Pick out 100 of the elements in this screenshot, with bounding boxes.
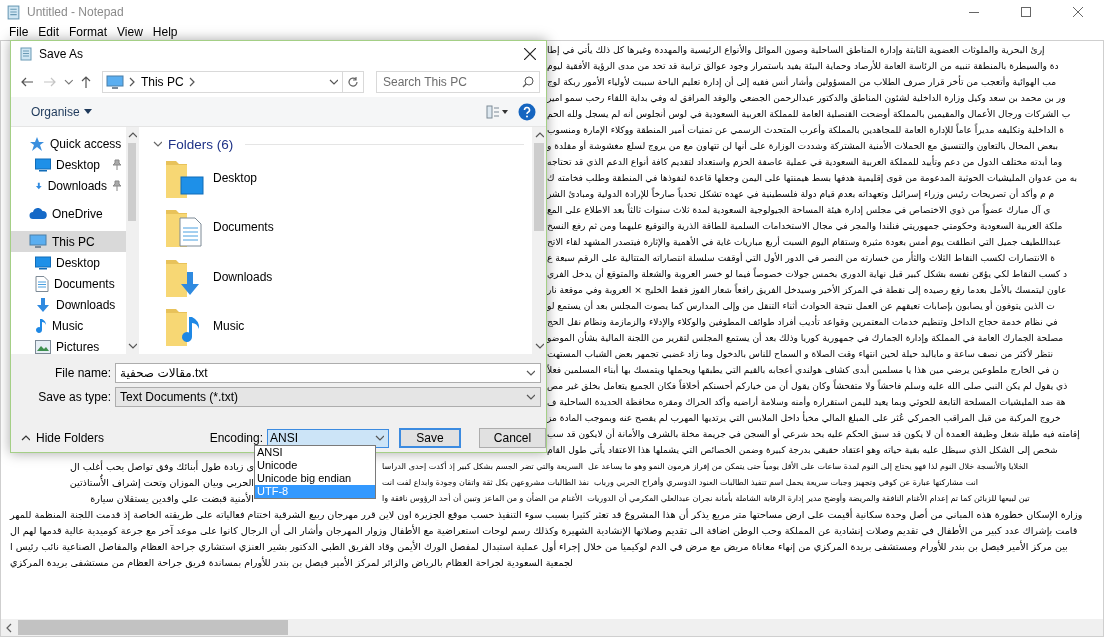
menu-item[interactable]: Format: [64, 25, 113, 39]
text-line: ة الداخلية وتكليفه مديراً عاماً للإدارة العامة للمجاهدين بالمملكة وأعرب المتحدث الرسمي عن تمنيات أمير المنطقة ووكلاء الإمارة ومنسوب: [547, 125, 1064, 135]
nav-item[interactable]: Quick access: [11, 133, 126, 154]
section-heading[interactable]: Folders (6): [168, 136, 234, 152]
horizontal-scrollbar[interactable]: [1, 619, 1103, 636]
breadcrumb-chevron-icon: [187, 77, 197, 87]
file-type-select[interactable]: Text Documents (*.txt): [115, 387, 541, 407]
organise-menu[interactable]: Organise: [27, 102, 96, 121]
field-label: Save as type:: [37, 390, 112, 404]
nav-item[interactable]: Music: [11, 315, 126, 336]
scroll-left-icon: [5, 622, 14, 633]
scroll-up-icon: [127, 130, 137, 140]
content-scrollbar[interactable]: [532, 127, 546, 354]
notepad-icon: [6, 4, 21, 20]
scroll-thumb[interactable]: [534, 143, 544, 231]
menu-item[interactable]: Edit: [33, 25, 65, 39]
caret-icon: [83, 109, 92, 114]
window-title: Untitled - Notepad: [27, 5, 124, 19]
save-button[interactable]: Save: [399, 428, 461, 448]
scroll-thumb[interactable]: [128, 143, 136, 221]
text-line: لجمعية السعودية لجراحة العظام بالرياض والزائر لمركز الأمير فيصل بن بندر للأورام بمساندة فريق جراحة العظام من مستشفى بريدة المركزي: [10, 556, 574, 568]
encoding-select[interactable]: ANSI: [267, 428, 389, 448]
dropdown-caret-icon: [526, 368, 535, 378]
nav-item[interactable]: This PC: [11, 231, 126, 252]
computer-icon: [105, 74, 124, 90]
text-line: ذي يقول لم يكن النبي صلى الله عليه وسلم فاحشاً ولا متفحشاً وكان يقول أن من خياركم أحسنكم أخلاقاً فكان الجميع يتعامل بخلق غير مص: [547, 381, 1068, 391]
search-field[interactable]: Search This PC: [376, 71, 540, 93]
address-bar[interactable]: This PC: [101, 71, 364, 93]
minimize-icon: [969, 11, 979, 13]
menu-item[interactable]: Help: [147, 25, 183, 39]
field-label: File name:: [53, 366, 112, 380]
text-line: السريعة والتي تضر الجسم بشكل كبير إذ أكدت إحدى الدراسا: [382, 461, 584, 471]
monitor-icon: [35, 157, 51, 172]
text-line: تين لبيعها للزبائن كما تم إعدام الأغنام النافقة والمريضة وأوضح مدير إدارة الرقابة الشاملة بأمانة نجران عبدالعلي المكرمي أن الدوريات: [587, 493, 1030, 503]
menu-item[interactable]: File: [4, 25, 34, 39]
text-line: عاون ليتمسك بالأمل بعدما رفع رصيده إلى نقطة في المركز الأخير وسيدخل الفريق رافعاً شعار الفوز فقط الخليج × العروبة وفي موقعة نار: [547, 285, 1067, 295]
text-line: بين مركز الأمير فيصل بن بندر للأورام ومستشفى بريدة المركزي من إنهاء معاناة مريض مع مرض في الدم لوكيميا من خلال إجراء أول عملية استبدال لمفصل الورك الأيمن وقاد الفريق الطبي الدكتور بشير العنزي استشاري جراحة العظام والمفاصل الصناعية نائب رئيس ا: [10, 540, 1068, 552]
text-line: ى زيادة طول أبنائك وفق تواصل يحب أغلب ال: [68, 460, 254, 472]
dropdown-caret-icon: [526, 392, 535, 402]
nav-item[interactable]: Documents: [11, 273, 126, 294]
maximize-icon: [1021, 7, 1031, 17]
recent-caret-icon: [63, 77, 73, 87]
text-line: به من عدوان المليشيات الحوثية المدعومة من قوى إقليمية هدفها بسط هيمنتها على اليمن وجعلها قاعدة لنفوذها في المنطقة وطلب فخامته ك: [547, 173, 1078, 183]
up-arrow-icon: [81, 76, 92, 88]
text-line: ت الذين يتوفون أو يصابون بإصابات تعيقهم عن العمل نتيجة الحوادث أثناء التنقل من وإلى المدارس كما يصوت المجلس بعد أن يستمع لو: [547, 301, 1055, 311]
text-line: م م وأكد أن تصريحات رئيس وزراء إسرائيل وتعهداته بعدم قيام دولة فلسطينية في عهده تشكل تحدياً صارخاً للإرادة الدولية ومبادئ الشر: [547, 189, 1055, 199]
cancel-button[interactable]: Cancel: [479, 428, 546, 448]
nav-item[interactable]: OneDrive: [11, 203, 126, 224]
text-line: خروج المركبة من قبل المراقب الجمركي عُثر على المبلغ المالي مخبأ داخل الملابس التي يرتديها المهرب لم يفصح عنه وبموجب المادة مز: [547, 413, 1061, 423]
dropdown-caret-icon: [329, 77, 338, 87]
folder-item[interactable]: Music: [153, 301, 532, 351]
notepad-icon: [19, 47, 33, 61]
music-note-icon: [35, 317, 47, 334]
menu-item[interactable]: View: [112, 25, 148, 39]
scroll-down-icon: [127, 341, 137, 351]
cloud-icon: [29, 207, 47, 220]
text-line: إرئ البحرية والملوثات العضوية الثابتة وإدارة المناطق الساحلية وصون الموائل والأنواع الرئيسية والمهددة وغيرها كل ذلك يأتي في إطا: [547, 45, 1045, 55]
nav-scrollbar[interactable]: [126, 127, 138, 354]
nav-item[interactable]: Downloads: [11, 175, 126, 196]
text-line: ور بن محمد بن سعد وكيل وزارة الداخلية لشئون المناطق والدكتور عبدالرحمن الجضعي والوفد المرافق له وفي بداية اللقاء رحب سمو امير: [547, 93, 1066, 103]
text-line: وما أبدته مختلف الدول من دعم وتأييد للمملكة العربية السعودية في عملية عاصفة الحزم واستعداد لتقديم كافة أنواع الدعم الذي قد تحتاجه: [547, 157, 1063, 167]
folder-item[interactable]: Downloads: [153, 252, 532, 302]
folder-item[interactable]: Desktop: [153, 153, 532, 203]
folder-item[interactable]: Documents: [153, 202, 532, 252]
computer-icon: [29, 234, 47, 249]
text-line: الخلايا والأنسجة خلال النوم لذا فهو يحتاج إلى النوم لمدة ساعات على الأقل يومياً حتى يتمكن من إفراز هرمون النمو وهو ما يساعد عل: [588, 461, 1028, 471]
monitor-icon: [35, 255, 51, 270]
text-line: إقامته فيه طيلة شغل وظيفة العمدة أن لا يكون قد سبق الحكم عليه بحد شرعي أو السجن في جريمة مخلة بالشرف والأمانة أن لايكون قد سب: [547, 429, 1080, 439]
text-line: ة الانتصارات لكسب النقاط الثلاث والثأر من خسارته من النصر في الدور الأول التي أوقفت سلسلة انتصاراته المتتالية على الرقم سبعة ع: [547, 253, 1055, 263]
text-line: ي آل مبارك عضواً من ذوي الاختصاص في مجلس إدارة هيئة المساحة الجيولوجية السعودية لمدة ثلاث سنوات ثالثاً بعد الاطلاع على المع: [547, 205, 1051, 215]
text-line: وزارة الإسكان خطورة هذه المباني من أصل وحدة سكانية أقيمت على ارض مساحتها متر مربع يذكر أن هذا المشروع قد تعثر كثيرا بسبب سوء التنفيذ حسب موقع الجزيرة اون لاين قرر مهرجان ربيع الشرقية اختتام فعالياته على طريقته الخاصة إذ قدمت اللجنة المنظمة للمهر: [10, 508, 1083, 520]
nav-item[interactable]: Desktop: [11, 154, 126, 175]
hide-folders-button[interactable]: Hide Folders: [21, 431, 105, 445]
star-icon: [29, 135, 45, 152]
text-line: الأمنية قبضت علي وافدين يستقلان سيارة: [89, 492, 254, 504]
back-arrow-icon: [20, 77, 33, 87]
view-options-icon: [486, 104, 508, 119]
text-line: نتظر لأكثر من نصف ساعة و مابالبد حيلة لحين انتهاء وقت الصلاة و السماح للناس بالدخول وما زاد غضبي تجمهر بعض الشباب المستهت: [547, 349, 1053, 359]
text-line: في نظام خدمة حجاج الداخل وتنظيم خدمات المعتمرين وقواعد تأديب أفراد طوائف المطوفين والوكلاء والإدلاء والزمازمة ونظام نقل الحج: [547, 317, 1058, 327]
breadcrumb-chevron-icon: [127, 77, 137, 87]
text-line: دة والسيطرة بالمنطقة تنبيه من الرئاسة العامة للأرصاد وحماية البيئة يفيد باستمرار وجود عوالق ترابية قد تحد من مدى الرؤية الأفقية ليوم: [547, 61, 1059, 71]
help-icon: [518, 102, 536, 121]
nav-item[interactable]: Desktop: [11, 252, 126, 273]
breadcrumb-item[interactable]: This PC: [140, 75, 184, 89]
caret-up-icon: [21, 433, 30, 443]
text-line: ب الشركات ورجال الأعمال والمقيمين بالمملكة أوضحت القنصلية العامة للمملكة العربية السعودية في لوس أنجلوس أنه لم يسجل ولله الحم: [547, 109, 1071, 119]
text-line: الأغنام من الضأن و من الماعز وتبين أن أحد الرؤوس نافقة وا: [382, 493, 583, 503]
scroll-thumb[interactable]: [18, 620, 288, 635]
text-line: شخص إلى الشكل الذي سيظل عليه بقية حياته وهو اعتقاد حقيقي بدرجة كبيرة وضمن الخصائص التي يشملها هذا الاعتقاد يأتي طول القام: [547, 445, 1058, 455]
nav-item[interactable]: Downloads: [11, 294, 126, 315]
text-line: نفذ الطالبات مشروعهن بكل ثقة واتقان وجودة وابداع لفت انت: [382, 477, 589, 487]
text-line: قامت بإشراك عدد كبير من الأطفال في تقديم وصلات إنشادية عن المملكة وحب الوطن اضافة الى تقديم وصلاتها الإنشادية الشهيرة وكذلك رسم لوحات استعراضية مع الأطفال وزوار المهرجان وأشار الى أن الرجال كانوا على موعد آخر مع جرعة كوميدية عالية قدمها لهم ال: [10, 524, 1078, 536]
scroll-down-icon: [534, 341, 544, 351]
text-line: الحربي وبيان الموزان وتحت إشراف الأُستاذتين: [68, 476, 254, 488]
file-name-field[interactable]: مقالات صحفية.txt: [115, 363, 541, 383]
text-line: ملكة العربية السعودية وحكومتي جمهوريتي فنلندا والمجر في مجال الاستخدامات السلمية للطاقة الذرية والتوقيع عليهما ومن ثم رفع النسخ: [547, 221, 1063, 231]
text-line: د كسب النقاط لكي يؤمّن نفسه بشكل كبير قبل نهاية الدوري بخمس جولات خصوصاً فيما لو خسر العروبة والشعلة والمتوقع أن يدخل الفري: [547, 269, 1068, 279]
text-line: عبداللطيف جميل التي انطلقت يوم أمس بعودة مثيرة وستقام اليوم السبت أربع مباريات غاية في الأهمية والإثارة فيتصدر المشهد لقاء الاتح: [547, 237, 1062, 247]
close-icon: [524, 48, 536, 60]
nav-item[interactable]: Pictures: [11, 336, 126, 354]
